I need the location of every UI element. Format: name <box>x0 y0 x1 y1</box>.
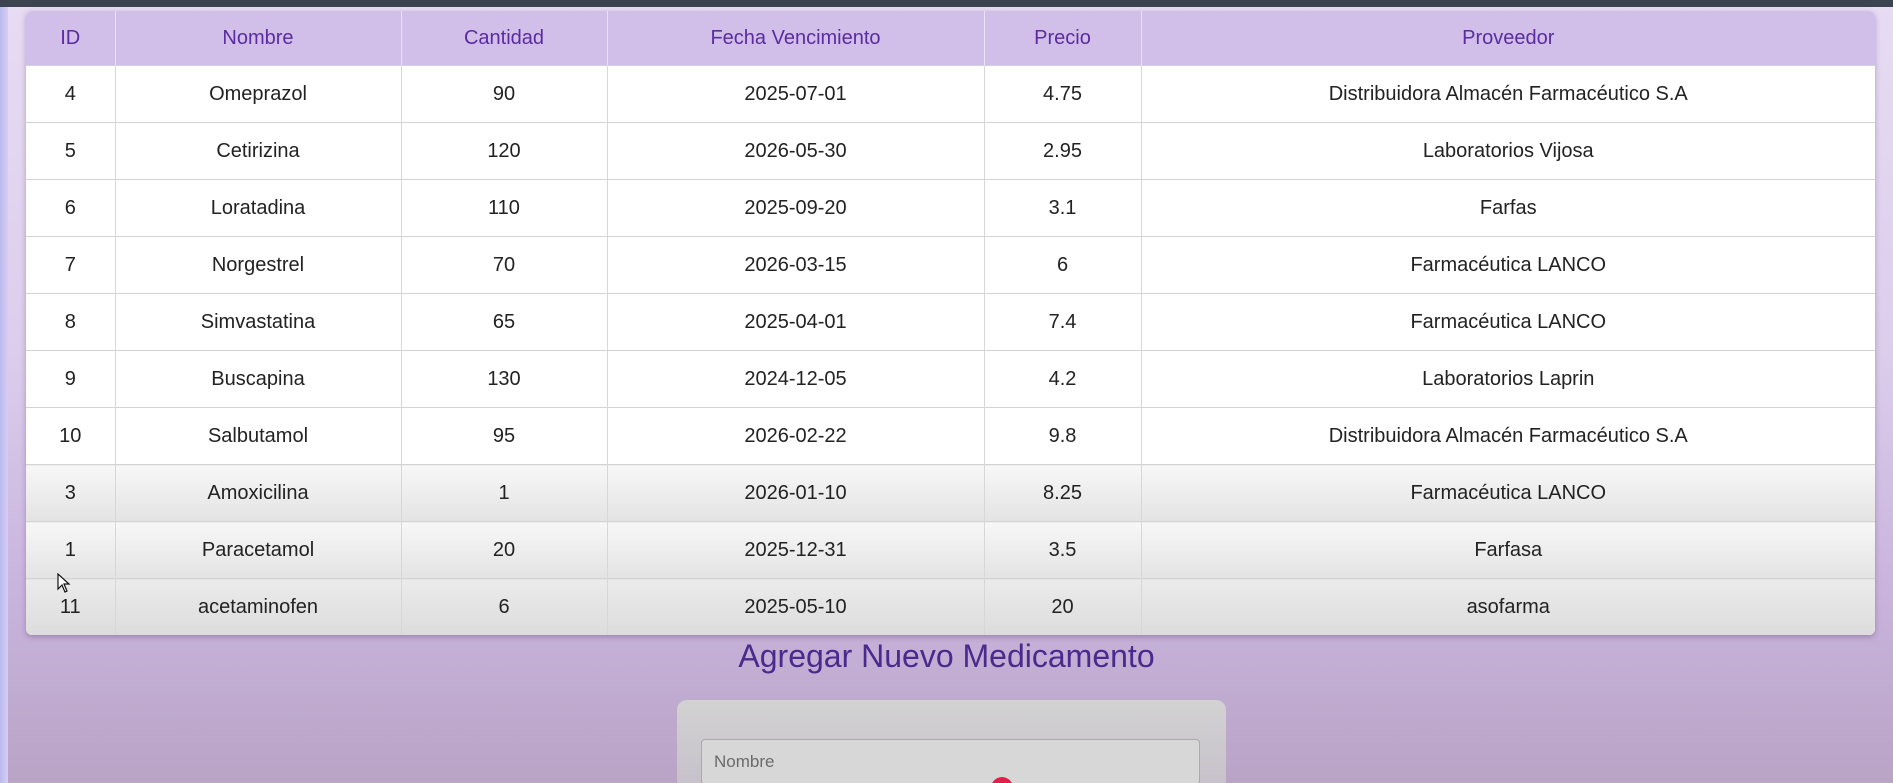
cell-precio: 3.1 <box>984 179 1142 237</box>
column-header-nombre[interactable]: Nombre <box>115 11 402 66</box>
cell-nombre: Salbutamol <box>115 407 402 465</box>
cell-id: 3 <box>26 464 116 522</box>
table-row[interactable]: 8 Simvastatina 65 2025-04-01 7.4 Farmacé… <box>26 293 1875 351</box>
cell-fecha: 2024-12-05 <box>607 350 985 408</box>
cell-fecha: 2025-09-20 <box>607 179 985 237</box>
column-header-id[interactable]: ID <box>26 11 116 66</box>
cell-cantidad: 90 <box>401 65 608 123</box>
cell-fecha: 2025-05-10 <box>607 578 985 635</box>
cell-nombre: Buscapina <box>115 350 402 408</box>
column-header-proveedor[interactable]: Proveedor <box>1141 11 1875 66</box>
cell-fecha: 2026-01-10 <box>607 464 985 522</box>
cell-fecha: 2026-05-30 <box>607 122 985 180</box>
cell-cantidad: 110 <box>401 179 608 237</box>
cell-precio: 7.4 <box>984 293 1142 351</box>
table-row[interactable]: 7 Norgestrel 70 2026-03-15 6 Farmacéutic… <box>26 236 1875 294</box>
cell-nombre: acetaminofen <box>115 578 402 635</box>
cell-nombre: Omeprazol <box>115 65 402 123</box>
cell-precio: 9.8 <box>984 407 1142 465</box>
cell-cantidad: 65 <box>401 293 608 351</box>
table-row[interactable]: 9 Buscapina 130 2024-12-05 4.2 Laborator… <box>26 350 1875 408</box>
cell-precio: 6 <box>984 236 1142 294</box>
table-row[interactable]: 5 Cetirizina 120 2026-05-30 2.95 Laborat… <box>26 122 1875 180</box>
cell-nombre: Paracetamol <box>115 521 402 579</box>
cell-fecha: 2026-03-15 <box>607 236 985 294</box>
cell-nombre: Loratadina <box>115 179 402 237</box>
cell-proveedor: Farfasa <box>1141 521 1875 579</box>
cell-nombre: Simvastatina <box>115 293 402 351</box>
form-title: Agregar Nuevo Medicamento <box>738 638 1155 674</box>
cell-proveedor: Farmacéutica LANCO <box>1141 236 1875 294</box>
cell-id: 10 <box>26 407 116 465</box>
cell-id: 4 <box>26 65 116 123</box>
table-row[interactable]: 11 acetaminofen 6 2025-05-10 20 asofarma <box>26 578 1875 635</box>
cell-id: 7 <box>26 236 116 294</box>
mouse-pointer-icon <box>57 573 71 593</box>
cell-cantidad: 20 <box>401 521 608 579</box>
cell-proveedor: Farfas <box>1141 179 1875 237</box>
cell-precio: 2.95 <box>984 122 1142 180</box>
table-row[interactable]: 4 Omeprazol 90 2025-07-01 4.75 Distribui… <box>26 65 1875 123</box>
cell-precio: 20 <box>984 578 1142 635</box>
cell-nombre: Amoxicilina <box>115 464 402 522</box>
cell-proveedor: Distribuidora Almacén Farmacéutico S.A <box>1141 65 1875 123</box>
cell-id: 9 <box>26 350 116 408</box>
cell-precio: 4.75 <box>984 65 1142 123</box>
cell-fecha: 2025-04-01 <box>607 293 985 351</box>
column-header-cantidad[interactable]: Cantidad <box>401 11 608 66</box>
table-row[interactable]: 3 Amoxicilina 1 2026-01-10 8.25 Farmacéu… <box>26 464 1875 522</box>
cell-proveedor: Laboratorios Laprin <box>1141 350 1875 408</box>
cell-fecha: 2025-07-01 <box>607 65 985 123</box>
cell-cantidad: 6 <box>401 578 608 635</box>
table-row[interactable]: 6 Loratadina 110 2025-09-20 3.1 Farfas <box>26 179 1875 237</box>
cell-proveedor: Distribuidora Almacén Farmacéutico S.A <box>1141 407 1875 465</box>
cell-proveedor: asofarma <box>1141 578 1875 635</box>
table-header-row: ID Nombre Cantidad Fecha Vencimiento Pre… <box>26 11 1875 66</box>
cell-fecha: 2026-02-22 <box>607 407 985 465</box>
browser-top-bar <box>0 0 1893 7</box>
column-header-fecha-vencimiento[interactable]: Fecha Vencimiento <box>607 11 985 66</box>
cell-cantidad: 1 <box>401 464 608 522</box>
medications-table: ID Nombre Cantidad Fecha Vencimiento Pre… <box>26 11 1875 635</box>
cell-precio: 4.2 <box>984 350 1142 408</box>
cell-id: 6 <box>26 179 116 237</box>
cell-id: 5 <box>26 122 116 180</box>
cell-id: 8 <box>26 293 116 351</box>
cell-cantidad: 130 <box>401 350 608 408</box>
cell-nombre: Cetirizina <box>115 122 402 180</box>
table-row[interactable]: 10 Salbutamol 95 2026-02-22 9.8 Distribu… <box>26 407 1875 465</box>
cell-proveedor: Farmacéutica LANCO <box>1141 464 1875 522</box>
cell-proveedor: Laboratorios Vijosa <box>1141 122 1875 180</box>
cell-id: 1 <box>26 521 116 579</box>
add-medication-form <box>677 700 1226 783</box>
cell-precio: 3.5 <box>984 521 1142 579</box>
cell-proveedor: Farmacéutica LANCO <box>1141 293 1875 351</box>
medications-table-container: ID Nombre Cantidad Fecha Vencimiento Pre… <box>26 11 1875 635</box>
cell-precio: 8.25 <box>984 464 1142 522</box>
cell-cantidad: 70 <box>401 236 608 294</box>
name-input[interactable] <box>701 739 1200 783</box>
column-header-precio[interactable]: Precio <box>984 11 1142 66</box>
table-row[interactable]: 1 Paracetamol 20 2025-12-31 3.5 Farfasa <box>26 521 1875 579</box>
cell-cantidad: 95 <box>401 407 608 465</box>
cell-cantidad: 120 <box>401 122 608 180</box>
cell-fecha: 2025-12-31 <box>607 521 985 579</box>
cell-nombre: Norgestrel <box>115 236 402 294</box>
